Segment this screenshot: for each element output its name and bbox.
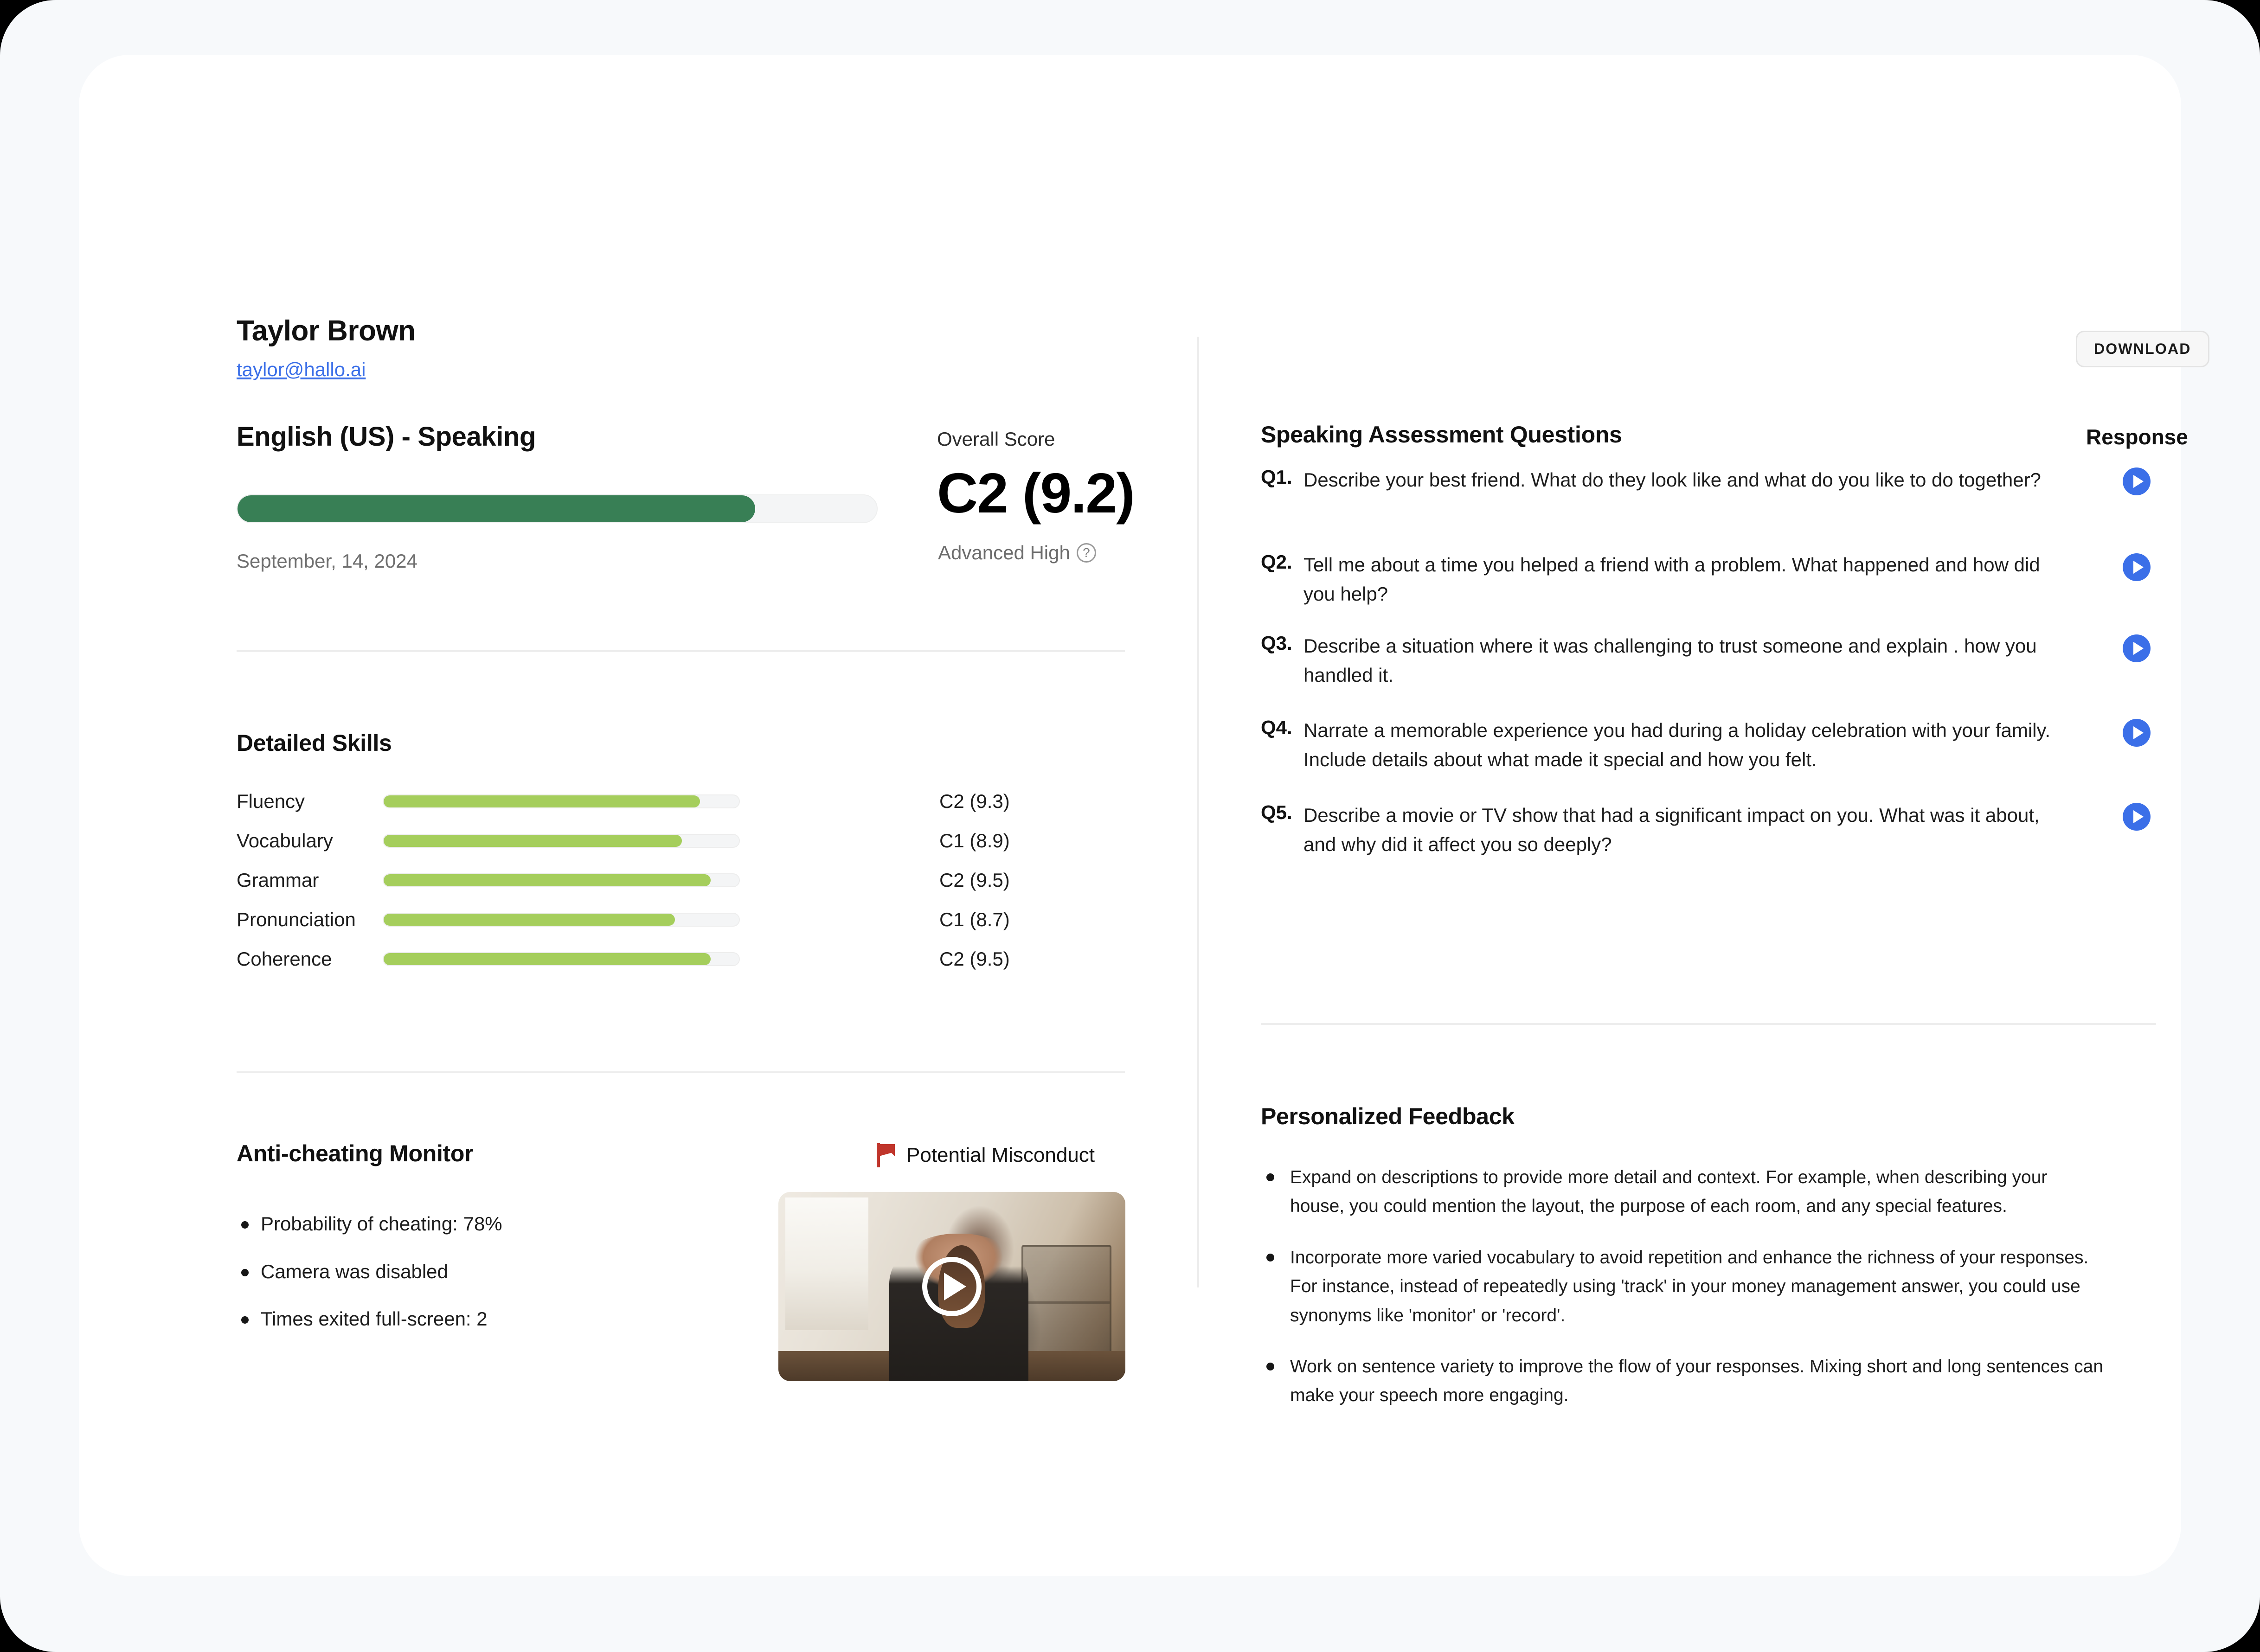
app-window-frame: Taylor Brown taylor@hallo.ai DOWNLOAD En…: [0, 0, 2260, 1652]
play-icon[interactable]: [922, 1257, 982, 1316]
skill-score: C1 (8.7): [939, 909, 1010, 930]
download-button[interactable]: DOWNLOAD: [2076, 331, 2209, 367]
feedback-item-text: Incorporate more varied vocabulary to av…: [1290, 1247, 2089, 1325]
skill-progress-bar: [383, 834, 740, 848]
person-email-link[interactable]: taylor@hallo.ai: [237, 359, 366, 381]
question-number: Q4.: [1261, 717, 1292, 738]
question-text: Tell me about a time you helped a friend…: [1303, 554, 2040, 605]
feedback-item-text: Work on sentence variety to improve the …: [1290, 1356, 2104, 1406]
question-text: Narrate a memorable experience you had d…: [1303, 719, 2051, 770]
list-item: Probability of cheating: 78%: [241, 1212, 751, 1236]
skill-score: C2 (9.3): [939, 790, 1010, 812]
overall-progress-fill: [238, 495, 756, 522]
skill-name: Fluency: [237, 790, 305, 812]
list-item: Times exited full-screen: 2: [241, 1307, 751, 1332]
overall-level-label: Advanced High: [938, 542, 1070, 563]
overall-level-row: Advanced High ?: [938, 542, 1096, 564]
play-response-button[interactable]: [2123, 719, 2151, 747]
thumbnail-shelf-decor: [1021, 1245, 1112, 1363]
question-number: Q5.: [1261, 801, 1292, 823]
feedback-item: Incorporate more varied vocabulary to av…: [1266, 1243, 2129, 1330]
question-text: Describe a movie or TV show that had a s…: [1303, 804, 2040, 855]
anti-cheating-heading: Anti-cheating Monitor: [237, 1140, 474, 1166]
skill-name: Vocabulary: [237, 830, 333, 852]
bullet-dot-icon: [241, 1316, 249, 1324]
question-number: Q2.: [1261, 551, 1292, 573]
skill-row: Pronunciation C1 (8.7): [237, 906, 1132, 934]
skill-progress-fill: [384, 835, 682, 847]
question-number: Q3.: [1261, 632, 1292, 654]
skill-row: Grammar C2 (9.5): [237, 866, 1132, 894]
list-item: Camera was disabled: [241, 1260, 751, 1284]
assessment-date: September, 14, 2024: [237, 550, 417, 572]
status-badge-label: Potential Misconduct: [906, 1144, 1095, 1166]
overall-progress-bar: [237, 494, 878, 523]
recording-thumbnail[interactable]: [778, 1192, 1125, 1381]
questions-heading: Speaking Assessment Questions: [1261, 422, 1622, 448]
question-number: Q1.: [1261, 466, 1292, 488]
play-response-button[interactable]: [2123, 634, 2151, 662]
skill-name: Coherence: [237, 948, 332, 970]
bullet-dot-icon: [1266, 1362, 1274, 1370]
feedback-item-text: Expand on descriptions to provide more d…: [1290, 1167, 2048, 1217]
skill-score: C2 (9.5): [939, 948, 1010, 970]
question-row: Q3. Describe a situation where it was cha…: [1261, 631, 2156, 690]
skill-row: Fluency C2 (9.3): [237, 788, 1132, 815]
anti-cheating-items: Probability of cheating: 78% Camera was d…: [241, 1212, 751, 1355]
question-row: Q1. Describe your best friend. What do th…: [1261, 465, 2156, 494]
skill-progress-bar: [383, 873, 740, 887]
skill-score: C1 (8.9): [939, 830, 1010, 852]
test-title: English (US) - Speaking: [237, 422, 536, 452]
report-card: Taylor Brown taylor@hallo.ai DOWNLOAD En…: [79, 55, 2209, 1576]
skill-progress-fill: [384, 914, 675, 926]
feedback-item: Expand on descriptions to provide more d…: [1266, 1163, 2129, 1221]
feedback-list: Expand on descriptions to provide more d…: [1266, 1163, 2129, 1433]
list-item-label: Camera was disabled: [261, 1260, 448, 1282]
response-column-header: Response: [2086, 425, 2188, 449]
play-response-button[interactable]: [2123, 553, 2151, 581]
question-row: Q2. Tell me about a time you helped a fri…: [1261, 550, 2156, 608]
skill-progress-fill: [384, 874, 711, 886]
flag-icon: [877, 1143, 896, 1167]
question-row: Q5. Describe a movie or TV show that had …: [1261, 800, 2156, 859]
question-text: Describe your best friend. What do they …: [1303, 469, 2041, 491]
bullet-dot-icon: [241, 1221, 249, 1229]
overall-score-value: C2 (9.2): [937, 461, 1135, 525]
divider-skills-top: [237, 650, 1125, 652]
skill-name: Grammar: [237, 869, 319, 891]
divider-anticheat-top: [237, 1071, 1125, 1073]
skill-progress-bar: [383, 794, 740, 808]
question-text: Describe a situation where it was challe…: [1303, 635, 2037, 686]
skill-progress-bar: [383, 913, 740, 927]
skill-progress-fill: [384, 795, 700, 807]
list-item-label: Times exited full-screen: 2: [261, 1308, 488, 1330]
skill-progress-bar: [383, 952, 740, 966]
thumbnail-window-decor: [785, 1197, 869, 1330]
detailed-skills-heading: Detailed Skills: [237, 730, 392, 756]
question-row: Q4. Narrate a memorable experience you ha…: [1261, 716, 2156, 774]
skill-progress-fill: [384, 953, 711, 965]
divider-feedback-top: [1261, 1023, 2156, 1025]
help-icon[interactable]: ?: [1076, 543, 1096, 563]
feedback-heading: Personalized Feedback: [1261, 1103, 1515, 1129]
list-item-label: Probability of cheating: 78%: [261, 1213, 502, 1235]
skill-row: Coherence C2 (9.5): [237, 945, 1132, 973]
play-response-button[interactable]: [2123, 803, 2151, 831]
bullet-dot-icon: [1266, 1253, 1274, 1261]
column-divider: [1197, 337, 1199, 1287]
skill-row: Vocabulary C1 (8.9): [237, 827, 1132, 855]
skill-score: C2 (9.5): [939, 869, 1010, 891]
play-response-button[interactable]: [2123, 467, 2151, 495]
page-title: Taylor Brown: [237, 315, 416, 347]
overall-score-label: Overall Score: [937, 428, 1055, 450]
status-badge: Potential Misconduct: [877, 1143, 1095, 1167]
feedback-item: Work on sentence variety to improve the …: [1266, 1352, 2129, 1410]
skill-name: Pronunciation: [237, 909, 356, 930]
bullet-dot-icon: [241, 1268, 249, 1276]
bullet-dot-icon: [1266, 1173, 1274, 1181]
